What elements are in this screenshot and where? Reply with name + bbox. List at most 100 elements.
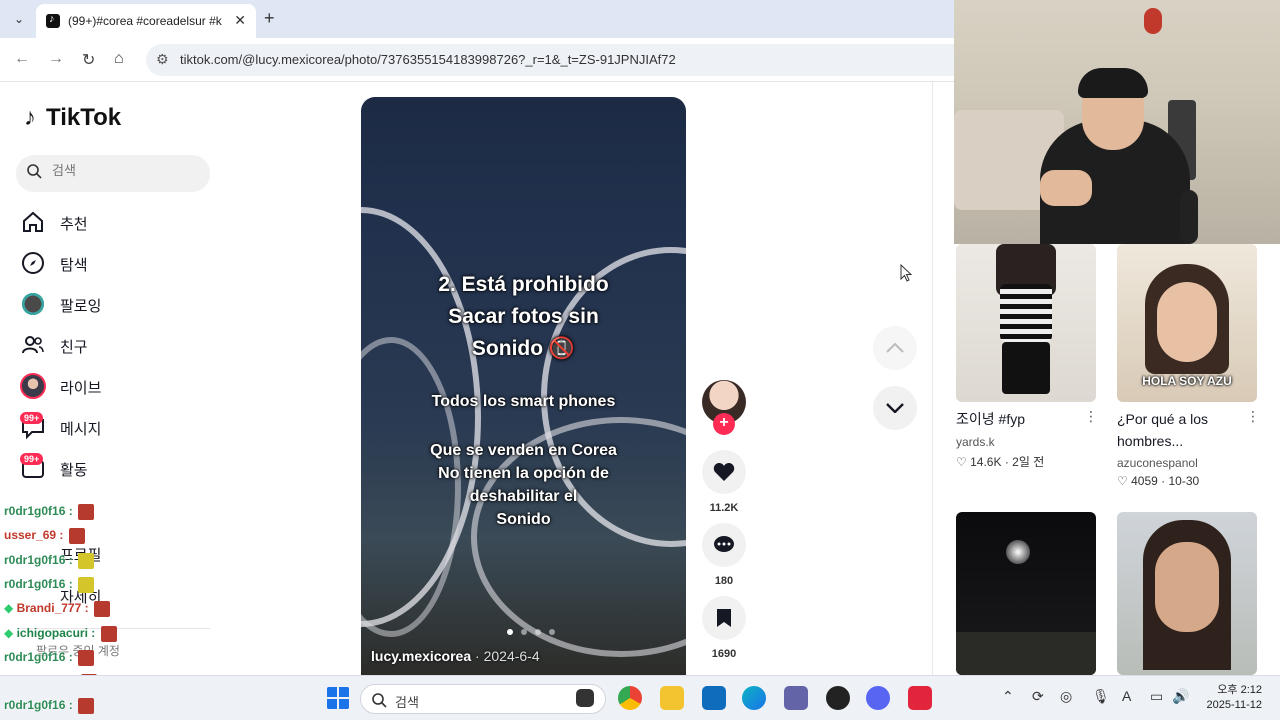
emote-icon [68, 528, 85, 544]
nav-item-friends[interactable]: 친구 [20, 330, 220, 360]
tray-app-icon[interactable]: ⟳ [1032, 688, 1044, 705]
messages-badge: 99+ [20, 412, 44, 424]
emote-icon [78, 650, 95, 666]
recommended-title[interactable]: ¿Por qué a los hombres... [1117, 408, 1247, 452]
like-count: 11.2K [709, 502, 739, 514]
person-hand-shape [1040, 170, 1092, 206]
comment-icon [714, 536, 734, 552]
search-box[interactable] [16, 155, 210, 192]
chat-message: r0dr1g0f16 : [4, 553, 95, 569]
task-view-icon[interactable] [576, 689, 594, 707]
chevron-up-icon [886, 343, 904, 353]
chat-message: r0dr1g0f16 : [4, 650, 95, 666]
more-options-icon[interactable]: ⋮ [1246, 408, 1260, 425]
search-input[interactable] [52, 163, 202, 178]
store-icon[interactable] [702, 686, 726, 710]
url-text: tiktok.com/@lucy.mexicorea/photo/7376355… [180, 52, 676, 67]
heart-outline-icon: ♡ [1117, 474, 1128, 488]
microphone-shape [1180, 190, 1198, 244]
recommended-author[interactable]: azuconespanol [1117, 456, 1198, 470]
emote-icon [100, 626, 117, 642]
teams-icon[interactable] [784, 686, 808, 710]
follow-plus-icon[interactable]: + [713, 413, 735, 435]
emote-icon [78, 553, 95, 569]
new-tab-icon[interactable]: + [264, 8, 275, 29]
home-icon[interactable]: ⌂ [114, 50, 124, 68]
nav-item-activity[interactable]: 99+ 활동 [20, 453, 220, 483]
reload-icon[interactable]: ↻ [82, 50, 95, 70]
microphone-icon[interactable]: 🎙 [1092, 688, 1110, 705]
browser-tab-active[interactable]: (99+)#corea #coreadelsur #ko ✕ [36, 4, 256, 38]
more-options-icon[interactable]: ⋮ [1084, 408, 1098, 425]
diamond-badge-icon: ◆ [4, 626, 14, 641]
recommended-video-thumbnail[interactable] [1117, 512, 1257, 675]
video-caption-body: Que se venden en Corea No tienen la opci… [430, 442, 617, 528]
obs-icon[interactable] [826, 686, 850, 710]
next-post-button[interactable] [873, 386, 917, 430]
browser-toolbar: ← → ↻ ⌂ ⚙ tiktok.com/@lucy.mexicorea/pho… [0, 38, 954, 82]
taskbar-search[interactable]: 검색 [360, 684, 606, 714]
volume-icon[interactable]: 🔊 [1172, 688, 1189, 705]
chrome-icon[interactable] [618, 686, 642, 710]
file-explorer-icon[interactable] [660, 686, 684, 710]
recommended-title[interactable]: 조이녕 #fyp [956, 408, 1086, 430]
emote-icon [78, 698, 95, 714]
photo-post-viewer[interactable]: 2. Está prohibido Sacar fotos sin Sonido… [361, 97, 686, 687]
nav-item-live[interactable]: 라이브 [20, 371, 220, 401]
tiktok-favicon-icon [46, 13, 60, 28]
video-caption-line: Todos los smart phones [431, 393, 616, 410]
recommended-stats: ♡ 4059 · 10-30 [1117, 474, 1200, 488]
recommended-video-thumbnail[interactable]: HOLA SOY AZU [1117, 244, 1257, 402]
comment-button[interactable]: 180 [702, 523, 746, 587]
chat-message: r0dr1g0f16 : [4, 698, 95, 714]
tiktok-logo[interactable]: ♪ TikTok [24, 104, 121, 132]
like-button[interactable]: 11.2K [702, 450, 746, 514]
discord-icon[interactable] [866, 686, 890, 710]
tab-list-dropdown-icon[interactable]: ⌄ [8, 8, 30, 30]
windows-start-icon[interactable] [326, 686, 350, 710]
save-button[interactable]: 1690 [702, 596, 746, 660]
network-icon[interactable]: ▭ [1150, 688, 1163, 705]
home-icon [23, 211, 43, 232]
carousel-dots[interactable] [507, 622, 563, 640]
nav-item-for-you[interactable]: 추천 [20, 207, 220, 237]
system-clock[interactable]: 오후 2:12 2025-11-12 [1202, 683, 1262, 713]
nav-item-explore[interactable]: 탐색 [20, 248, 220, 278]
activity-badge: 99+ [20, 453, 44, 465]
address-bar[interactable]: ⚙ tiktok.com/@lucy.mexicorea/photo/73763… [146, 44, 954, 76]
edge-icon[interactable] [742, 686, 766, 710]
tray-overflow-icon[interactable]: ⌃ [1002, 688, 1014, 705]
back-icon[interactable]: ← [14, 50, 30, 68]
person-hair-shape [1078, 68, 1148, 98]
tab-title: (99+)#corea #coreadelsur #ko [68, 14, 222, 28]
heart-icon [713, 463, 735, 481]
tiktok-note-icon: ♪ [24, 104, 36, 131]
site-settings-icon[interactable]: ⚙ [156, 51, 169, 68]
recommended-video-thumbnail[interactable] [956, 512, 1096, 675]
recommended-author[interactable]: yards.k [956, 435, 995, 449]
forward-icon[interactable]: → [48, 50, 64, 68]
live-avatar-icon [20, 373, 46, 399]
webcam-overlay [954, 0, 1280, 244]
nav-item-following[interactable]: 팔로잉 [20, 289, 220, 319]
save-count: 1690 [711, 648, 737, 660]
compass-icon [22, 252, 44, 274]
recommended-stats: ♡ 14.6K · 2일 전 [956, 455, 1045, 469]
close-tab-icon[interactable]: ✕ [234, 12, 246, 29]
panel-divider [932, 82, 933, 682]
video-author-line[interactable]: lucy.mexicorea · 2024-6-4 [371, 648, 540, 664]
chat-message: r0dr1g0f16 : [4, 577, 95, 593]
chat-message: usser_69 : [4, 528, 85, 544]
nav-item-messages[interactable]: 99+ 메시지 [20, 412, 220, 442]
previous-post-button[interactable] [873, 326, 917, 370]
tray-app-icon[interactable]: ◎ [1060, 688, 1072, 705]
browser-tab-bar: ⌄ (99+)#corea #coreadelsur #ko ✕ + [0, 0, 954, 38]
chat-message: r0dr1g0f16 : [4, 504, 95, 520]
app-icon[interactable] [908, 686, 932, 710]
emote-icon [78, 504, 95, 520]
recommended-video-thumbnail[interactable] [956, 244, 1096, 402]
emote-icon [93, 601, 110, 617]
wall-ornament-shape [1144, 8, 1162, 34]
input-method-icon[interactable]: A [1122, 688, 1131, 704]
comment-count: 180 [714, 575, 734, 587]
